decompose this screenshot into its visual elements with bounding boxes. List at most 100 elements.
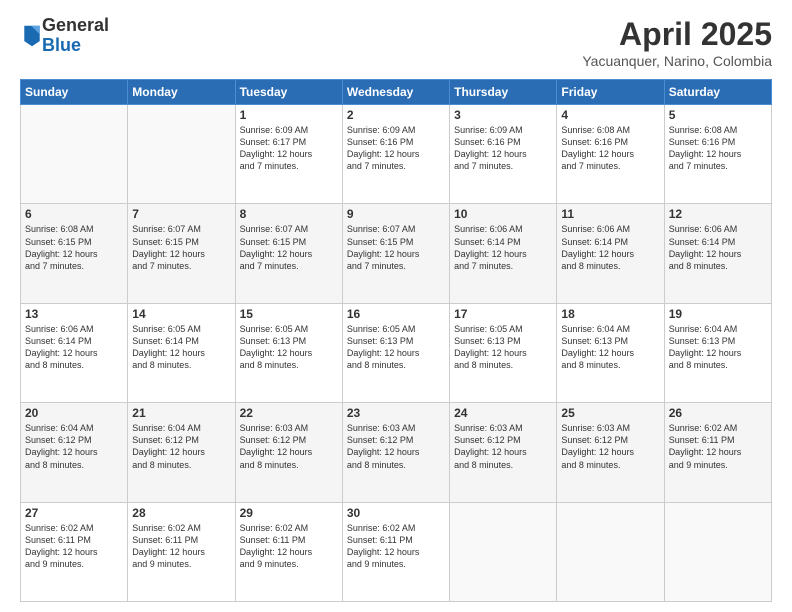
day-detail: Sunrise: 6:02 AM Sunset: 6:11 PM Dayligh… [240,522,338,571]
day-detail: Sunrise: 6:05 AM Sunset: 6:13 PM Dayligh… [240,323,338,372]
day-detail: Sunrise: 6:04 AM Sunset: 6:12 PM Dayligh… [25,422,123,471]
day-detail: Sunrise: 6:05 AM Sunset: 6:13 PM Dayligh… [347,323,445,372]
table-row: 10 Sunrise: 6:06 AM Sunset: 6:14 PM Dayli… [450,204,557,303]
table-row: 21 Sunrise: 6:04 AM Sunset: 6:12 PM Dayli… [128,403,235,502]
day-detail: Sunrise: 6:05 AM Sunset: 6:14 PM Dayligh… [132,323,230,372]
table-row: 18 Sunrise: 6:04 AM Sunset: 6:13 PM Dayli… [557,303,664,402]
day-number: 12 [669,207,767,221]
day-number: 18 [561,307,659,321]
day-number: 14 [132,307,230,321]
day-detail: Sunrise: 6:04 AM Sunset: 6:13 PM Dayligh… [669,323,767,372]
day-number: 9 [347,207,445,221]
day-detail: Sunrise: 6:03 AM Sunset: 6:12 PM Dayligh… [240,422,338,471]
day-detail: Sunrise: 6:06 AM Sunset: 6:14 PM Dayligh… [25,323,123,372]
day-number: 8 [240,207,338,221]
table-row: 14 Sunrise: 6:05 AM Sunset: 6:14 PM Dayli… [128,303,235,402]
logo-general-text: General [42,16,109,36]
day-detail: Sunrise: 6:09 AM Sunset: 6:17 PM Dayligh… [240,124,338,173]
title-section: April 2025 Yacuanquer, Narino, Colombia [582,16,772,69]
table-row: 28 Sunrise: 6:02 AM Sunset: 6:11 PM Dayli… [128,502,235,601]
header-sunday: Sunday [21,80,128,105]
table-row: 24Sunrise: 6:03 AM Sunset: 6:12 PM Dayli… [450,403,557,502]
subtitle: Yacuanquer, Narino, Colombia [582,53,772,69]
calendar-week-row: 6 Sunrise: 6:08 AM Sunset: 6:15 PM Daylig… [21,204,772,303]
logo: General Blue [20,16,109,56]
day-number: 6 [25,207,123,221]
header-saturday: Saturday [664,80,771,105]
day-detail: Sunrise: 6:04 AM Sunset: 6:13 PM Dayligh… [561,323,659,372]
day-detail: Sunrise: 6:02 AM Sunset: 6:11 PM Dayligh… [25,522,123,571]
day-number: 7 [132,207,230,221]
calendar-table: Sunday Monday Tuesday Wednesday Thursday… [20,79,772,602]
day-number: 17 [454,307,552,321]
day-number: 23 [347,406,445,420]
table-row [450,502,557,601]
table-row: 22 Sunrise: 6:03 AM Sunset: 6:12 PM Dayli… [235,403,342,502]
day-detail: Sunrise: 6:09 AM Sunset: 6:16 PM Dayligh… [347,124,445,173]
table-row: 20 Sunrise: 6:04 AM Sunset: 6:12 PM Dayli… [21,403,128,502]
table-row: 23 Sunrise: 6:03 AM Sunset: 6:12 PM Dayli… [342,403,449,502]
day-detail: Sunrise: 6:02 AM Sunset: 6:11 PM Dayligh… [132,522,230,571]
logo-text: General Blue [42,16,109,56]
day-detail: Sunrise: 6:05 AM Sunset: 6:13 PM Dayligh… [454,323,552,372]
logo-blue-text: Blue [42,36,109,56]
table-row: 15 Sunrise: 6:05 AM Sunset: 6:13 PM Dayli… [235,303,342,402]
table-row: 16 Sunrise: 6:05 AM Sunset: 6:13 PM Dayli… [342,303,449,402]
table-row: 8 Sunrise: 6:07 AM Sunset: 6:15 PM Daylig… [235,204,342,303]
table-row: 2Sunrise: 6:09 AM Sunset: 6:16 PM Daylig… [342,105,449,204]
day-detail: Sunrise: 6:04 AM Sunset: 6:12 PM Dayligh… [132,422,230,471]
day-detail: Sunrise: 6:02 AM Sunset: 6:11 PM Dayligh… [347,522,445,571]
day-detail: Sunrise: 6:08 AM Sunset: 6:16 PM Dayligh… [669,124,767,173]
header-monday: Monday [128,80,235,105]
table-row: 26 Sunrise: 6:02 AM Sunset: 6:11 PM Dayli… [664,403,771,502]
table-row [557,502,664,601]
calendar-week-row: 27Sunrise: 6:02 AM Sunset: 6:11 PM Dayli… [21,502,772,601]
day-number: 22 [240,406,338,420]
day-number: 20 [25,406,123,420]
table-row: 1 Sunrise: 6:09 AM Sunset: 6:17 PM Daylig… [235,105,342,204]
month-title: April 2025 [582,16,772,53]
table-row [128,105,235,204]
table-row: 12 Sunrise: 6:06 AM Sunset: 6:14 PM Dayli… [664,204,771,303]
table-row: 13Sunrise: 6:06 AM Sunset: 6:14 PM Dayli… [21,303,128,402]
day-detail: Sunrise: 6:02 AM Sunset: 6:11 PM Dayligh… [669,422,767,471]
table-row [664,502,771,601]
day-detail: Sunrise: 6:07 AM Sunset: 6:15 PM Dayligh… [132,223,230,272]
table-row: 7 Sunrise: 6:07 AM Sunset: 6:15 PM Daylig… [128,204,235,303]
day-detail: Sunrise: 6:08 AM Sunset: 6:16 PM Dayligh… [561,124,659,173]
table-row [21,105,128,204]
day-detail: Sunrise: 6:08 AM Sunset: 6:15 PM Dayligh… [25,223,123,272]
table-row: 4 Sunrise: 6:08 AM Sunset: 6:16 PM Daylig… [557,105,664,204]
day-number: 26 [669,406,767,420]
table-row: 17 Sunrise: 6:05 AM Sunset: 6:13 PM Dayli… [450,303,557,402]
day-number: 4 [561,108,659,122]
calendar-header-row: Sunday Monday Tuesday Wednesday Thursday… [21,80,772,105]
day-detail: Sunrise: 6:06 AM Sunset: 6:14 PM Dayligh… [454,223,552,272]
day-number: 1 [240,108,338,122]
table-row: 9 Sunrise: 6:07 AM Sunset: 6:15 PM Daylig… [342,204,449,303]
logo-icon [22,24,42,48]
day-number: 21 [132,406,230,420]
day-detail: Sunrise: 6:06 AM Sunset: 6:14 PM Dayligh… [561,223,659,272]
day-number: 25 [561,406,659,420]
header-friday: Friday [557,80,664,105]
header-tuesday: Tuesday [235,80,342,105]
day-detail: Sunrise: 6:09 AM Sunset: 6:16 PM Dayligh… [454,124,552,173]
table-row: 6 Sunrise: 6:08 AM Sunset: 6:15 PM Daylig… [21,204,128,303]
calendar-week-row: 13Sunrise: 6:06 AM Sunset: 6:14 PM Dayli… [21,303,772,402]
day-detail: Sunrise: 6:03 AM Sunset: 6:12 PM Dayligh… [454,422,552,471]
day-detail: Sunrise: 6:03 AM Sunset: 6:12 PM Dayligh… [561,422,659,471]
page: General Blue April 2025 Yacuanquer, Nari… [0,0,792,612]
day-number: 15 [240,307,338,321]
table-row: 3Sunrise: 6:09 AM Sunset: 6:16 PM Daylig… [450,105,557,204]
day-number: 28 [132,506,230,520]
day-number: 16 [347,307,445,321]
day-number: 29 [240,506,338,520]
day-detail: Sunrise: 6:07 AM Sunset: 6:15 PM Dayligh… [240,223,338,272]
table-row: 5Sunrise: 6:08 AM Sunset: 6:16 PM Daylig… [664,105,771,204]
header-wednesday: Wednesday [342,80,449,105]
day-detail: Sunrise: 6:03 AM Sunset: 6:12 PM Dayligh… [347,422,445,471]
day-detail: Sunrise: 6:07 AM Sunset: 6:15 PM Dayligh… [347,223,445,272]
day-number: 10 [454,207,552,221]
day-detail: Sunrise: 6:06 AM Sunset: 6:14 PM Dayligh… [669,223,767,272]
